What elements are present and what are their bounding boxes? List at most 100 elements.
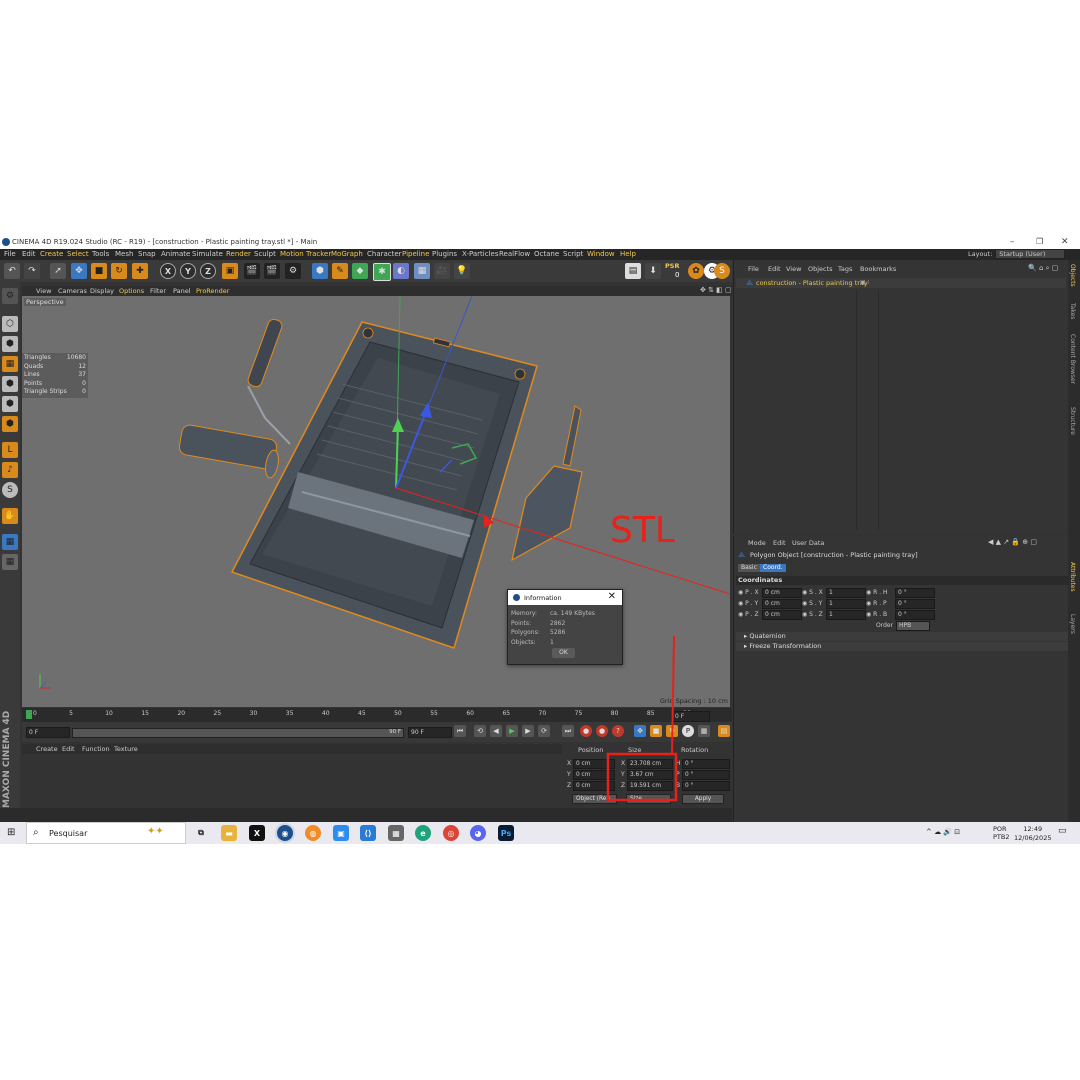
attr-rotation-field[interactable]: 0 ° bbox=[895, 610, 935, 620]
attribute-menu-user-data[interactable]: User Data bbox=[792, 539, 824, 547]
menu-realflow[interactable]: RealFlow bbox=[499, 250, 530, 258]
menu-sculpt[interactable]: Sculpt bbox=[254, 250, 276, 258]
side-tab-takes[interactable]: Takes bbox=[1069, 303, 1076, 319]
keyframe-selection-icon[interactable]: ? bbox=[612, 725, 624, 737]
menu-mograph[interactable]: MoGraph bbox=[331, 250, 363, 258]
perspective-viewport[interactable]: Perspective STL Triangles 10680 Quads 12… bbox=[22, 296, 730, 707]
undo-icon[interactable]: ↶ bbox=[4, 263, 20, 279]
texture-mode-icon[interactable]: ⬢ bbox=[2, 336, 18, 352]
viewport-menu-options[interactable]: Options bbox=[119, 287, 144, 295]
start-frame-field[interactable]: 0 F bbox=[26, 727, 70, 738]
frame-range-slider[interactable]: 90 F bbox=[72, 728, 404, 738]
lock-workplane-icon[interactable]: ✋ bbox=[2, 508, 18, 524]
menu-edit[interactable]: Edit bbox=[22, 250, 36, 258]
points-mode-icon[interactable]: ⬢ bbox=[2, 376, 18, 392]
material-menu-texture[interactable]: Texture bbox=[114, 745, 138, 753]
object-menu-file[interactable]: File bbox=[748, 265, 759, 273]
attr-scale-field[interactable]: 1 bbox=[826, 610, 866, 620]
object-row[interactable]: ⟁ construction - Plastic painting tray ▣… bbox=[736, 278, 1066, 288]
attr-position-field[interactable]: 0 cm bbox=[762, 610, 802, 620]
menu-pipeline[interactable]: Pipeline bbox=[402, 250, 429, 258]
menu-window[interactable]: Window bbox=[587, 250, 615, 258]
quantize-icon[interactable]: ▦ bbox=[2, 554, 18, 570]
menu-tools[interactable]: Tools bbox=[92, 250, 109, 258]
download-icon[interactable]: ⬇ bbox=[645, 263, 661, 279]
side-tab-objects[interactable]: Objects bbox=[1069, 264, 1076, 287]
menu-render[interactable]: Render bbox=[226, 250, 251, 258]
object-menu-edit[interactable]: Edit bbox=[768, 265, 781, 273]
language-indicator[interactable]: POR PTB2 bbox=[993, 825, 1010, 841]
menu-animate[interactable]: Animate bbox=[161, 250, 190, 258]
rotation-field-b[interactable]: 0 ° bbox=[682, 781, 730, 791]
realflow-icon[interactable]: ✿ bbox=[688, 263, 704, 279]
render-picture-viewer-icon[interactable]: 🎬 bbox=[264, 263, 280, 279]
subdivision-surface-icon[interactable]: ◆ bbox=[352, 263, 368, 279]
viewport-menu-panel[interactable]: Panel bbox=[173, 287, 191, 295]
menu-motion-tracker[interactable]: Motion Tracker bbox=[280, 250, 331, 258]
side-tab-content-browser[interactable]: Content Browser bbox=[1069, 334, 1076, 384]
menu-octane[interactable]: Octane bbox=[534, 250, 559, 258]
y-axis-lock-icon[interactable]: Y bbox=[180, 263, 196, 279]
pen-spline-icon[interactable]: ✎ bbox=[332, 263, 348, 279]
planar-workplane-icon[interactable]: ▦ bbox=[2, 534, 18, 550]
minimize-icon[interactable]: – bbox=[1010, 237, 1015, 247]
script-s-icon[interactable]: S bbox=[714, 263, 730, 279]
viewport-menu-cameras[interactable]: Cameras bbox=[58, 287, 87, 295]
make-editable-icon[interactable]: ⚙ bbox=[2, 288, 18, 304]
menu-x-particles[interactable]: X-Particles bbox=[462, 250, 498, 258]
material-menu-function[interactable]: Function bbox=[82, 745, 110, 753]
vscode-icon[interactable]: ⟨⟩ bbox=[360, 825, 376, 841]
previous-frame-icon[interactable]: ◀ bbox=[490, 725, 502, 737]
viewport-menu-view[interactable]: View bbox=[36, 287, 51, 295]
key-pla-icon[interactable]: ▦ bbox=[698, 725, 710, 737]
menu-select[interactable]: Select bbox=[67, 250, 89, 258]
light-icon[interactable]: 💡 bbox=[454, 263, 470, 279]
next-frame-icon[interactable]: ▶ bbox=[522, 725, 534, 737]
scale-tool-icon[interactable]: ■ bbox=[91, 263, 107, 279]
tray-icons[interactable]: ^ ☁ 🔊 ⊡ bbox=[926, 828, 960, 836]
octane-live-viewer-icon[interactable]: ▤ bbox=[625, 263, 641, 279]
timeline-ruler[interactable]: 051015202530354045505560657075808590 bbox=[22, 708, 732, 722]
close-icon[interactable]: ✕ bbox=[1061, 237, 1069, 247]
record-icon[interactable]: ● bbox=[580, 725, 592, 737]
discord-icon[interactable]: ◕ bbox=[470, 825, 486, 841]
coordinate-system-icon[interactable]: ▣ bbox=[222, 263, 238, 279]
menu-script[interactable]: Script bbox=[563, 250, 583, 258]
viewport-nav-icons[interactable]: ✥ ⇅ ◧ ▢ bbox=[700, 286, 732, 294]
tab-coord[interactable]: Coord. bbox=[760, 564, 786, 572]
next-key-icon[interactable]: ⟳ bbox=[538, 725, 550, 737]
previous-key-icon[interactable]: ⟲ bbox=[474, 725, 486, 737]
dialog-close-icon[interactable]: ✕ bbox=[608, 591, 616, 602]
model-mode-icon[interactable]: ⬡ bbox=[2, 316, 18, 332]
ok-button[interactable]: OK bbox=[552, 648, 575, 658]
rotate-tool-icon[interactable]: ↻ bbox=[111, 263, 127, 279]
cloner-icon[interactable]: ✱ bbox=[373, 263, 391, 281]
key-param-icon[interactable]: P bbox=[682, 725, 694, 737]
object-manager-tool-icons[interactable]: 🔍 ⌂ ⌕ ▢ bbox=[1028, 264, 1058, 273]
menu-character[interactable]: Character bbox=[367, 250, 402, 258]
menu-help[interactable]: Help bbox=[620, 250, 636, 258]
object-menu-bookmarks[interactable]: Bookmarks bbox=[860, 265, 896, 273]
playhead-marker[interactable] bbox=[26, 710, 32, 719]
deformer-icon[interactable]: ◐ bbox=[393, 263, 409, 279]
object-name[interactable]: construction - Plastic painting tray bbox=[756, 279, 868, 287]
attr-scale-field[interactable]: 1 bbox=[826, 588, 866, 598]
render-settings-icon[interactable]: ⚙ bbox=[285, 263, 301, 279]
snap-icon[interactable]: S bbox=[2, 482, 18, 498]
live-selection-icon[interactable]: ➚ bbox=[50, 263, 66, 279]
move-tool-icon[interactable]: ✥ bbox=[71, 263, 87, 279]
edges-mode-icon[interactable]: ⬢ bbox=[2, 396, 18, 412]
calculator-icon[interactable]: ▦ bbox=[388, 825, 404, 841]
axis-mode-icon[interactable]: L bbox=[2, 442, 18, 458]
freeze-transformation-group[interactable]: ▸ Freeze Transformation bbox=[736, 642, 1074, 651]
attr-position-field[interactable]: 0 cm bbox=[762, 599, 802, 609]
clock[interactable]: 12:49 12/06/2025 bbox=[1014, 825, 1051, 843]
edge-icon[interactable]: e bbox=[415, 825, 431, 841]
key-scale-icon[interactable]: ■ bbox=[650, 725, 662, 737]
blender-icon[interactable]: ◍ bbox=[305, 825, 321, 841]
z-axis-lock-icon[interactable]: Z bbox=[200, 263, 216, 279]
menu-create[interactable]: Create bbox=[40, 250, 63, 258]
side-tab-attributes[interactable]: Attributes bbox=[1069, 562, 1076, 592]
layout-value[interactable]: Startup (User) bbox=[995, 249, 1066, 259]
viewport-menu-filter[interactable]: Filter bbox=[150, 287, 166, 295]
